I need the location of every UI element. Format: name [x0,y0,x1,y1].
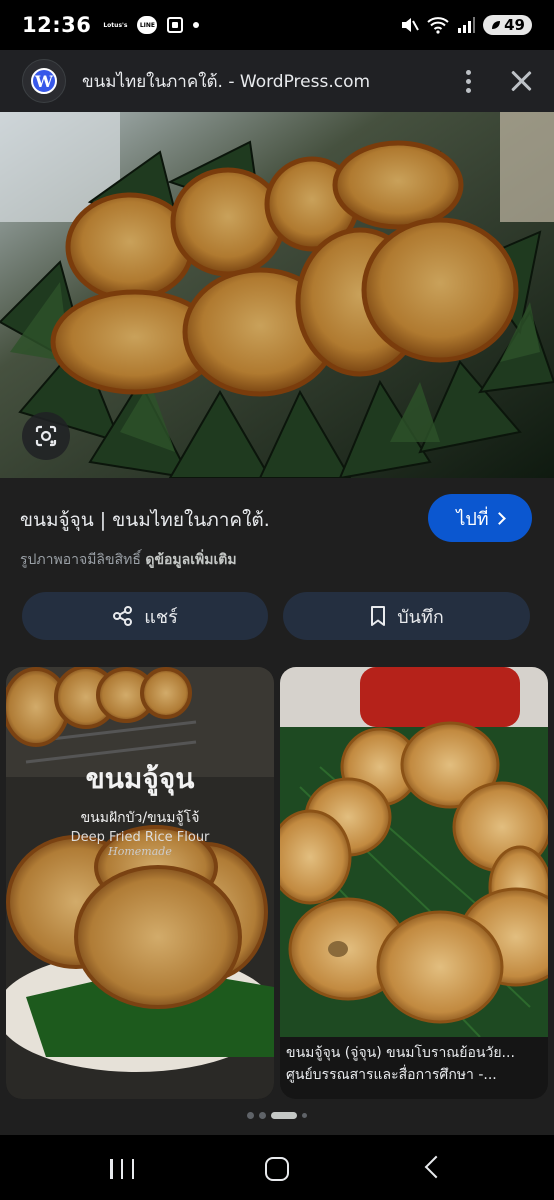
site-favicon[interactable]: W [22,59,66,103]
related-result-card[interactable]: ขนมจู้จุน ขนมฝักบัว/ขนมจู้โจ้ Deep Fried… [6,667,274,1099]
page-header: W ขนมไทยในภาคใต้. - WordPress.com [0,50,554,112]
google-lens-button[interactable] [22,412,70,460]
bookmark-icon [371,606,386,626]
system-status-icons: 49 [399,15,532,35]
copyright-notice: รูปภาพอาจมีลิขสิทธิ์ ดูข้อมูลเพิ่มเติม [20,549,237,571]
share-label: แชร์ [144,606,178,628]
caption-line-1: ขนมจู้จุน (จู่จุน) ขนมโบราณย้อนวัย... [286,1045,515,1061]
status-time: 12:36 [22,13,92,37]
overlay-subtitle: ขนมฝักบัว/ขนมจู้โจ้ [80,810,200,826]
image-overlay-text: ขนมจู้จุน ขนมฝักบัว/ขนมจู้โจ้ Deep Fried… [6,757,274,858]
caption-line-2: ศูนย์บรรณสารและสื่อการศึกษา -... [286,1067,497,1083]
home-icon[interactable] [265,1157,289,1181]
share-button[interactable]: แชร์ [22,592,268,640]
fried-dessert-photo [0,112,554,478]
learn-more-link[interactable]: ดูข้อมูลเพิ่มเติม [145,552,236,568]
system-nav-bar [0,1135,554,1200]
mute-icon [402,18,419,32]
related-caption[interactable]: ขนมจู้จุน (จู่จุน) ขนมโบราณย้อนวัย... ศู… [286,1042,544,1086]
overlay-title: ขนมจู้จุน [85,762,195,795]
signal-icon [458,17,476,33]
chevron-right-icon [492,512,506,525]
carousel-dot-active [271,1112,297,1119]
related-image [280,667,548,1038]
line-app-icon: LINE [137,16,158,34]
wordpress-logo-icon: W [31,68,57,94]
overlay-english: Deep Fried Rice Flour [70,830,210,845]
lotus-app-icon: Lotus's [103,21,128,29]
screenshot-icon [167,17,184,33]
save-button[interactable]: บันทึก [283,592,530,640]
lens-icon [35,425,57,447]
battery-indicator: 49 [483,15,532,35]
visit-label: ไปที่ [456,508,489,530]
overlay-script: Homemade [108,845,172,858]
close-icon[interactable] [510,70,532,92]
related-result-card[interactable] [280,667,548,1099]
save-label: บันทึก [397,606,444,628]
copyright-text: รูปภาพอาจมีลิขสิทธิ์ [20,552,141,568]
recents-icon[interactable] [110,1159,134,1179]
battery-saver-icon [492,21,501,29]
notification-icons: Lotus's LINE [103,16,200,34]
more-options-icon[interactable] [456,66,480,96]
back-icon[interactable] [424,1155,448,1179]
page-title[interactable]: ขนมไทยในภาคใต้. - WordPress.com [82,68,370,95]
visit-button[interactable]: ไปที่ [428,494,532,542]
main-image[interactable] [0,112,554,478]
wifi-icon [427,17,449,34]
more-notifications-icon [193,22,200,28]
carousel-dot [247,1112,254,1119]
related-image [6,667,274,1099]
battery-percent: 49 [504,16,525,34]
carousel-indicator [0,1112,554,1119]
share-icon [113,606,133,626]
status-bar: 12:36 Lotus's LINE 49 [0,0,554,50]
carousel-dot [259,1112,266,1119]
carousel-dot [302,1113,307,1118]
result-title[interactable]: ขนมจู้จุน | ขนมไทยในภาคใต้. [20,505,270,535]
